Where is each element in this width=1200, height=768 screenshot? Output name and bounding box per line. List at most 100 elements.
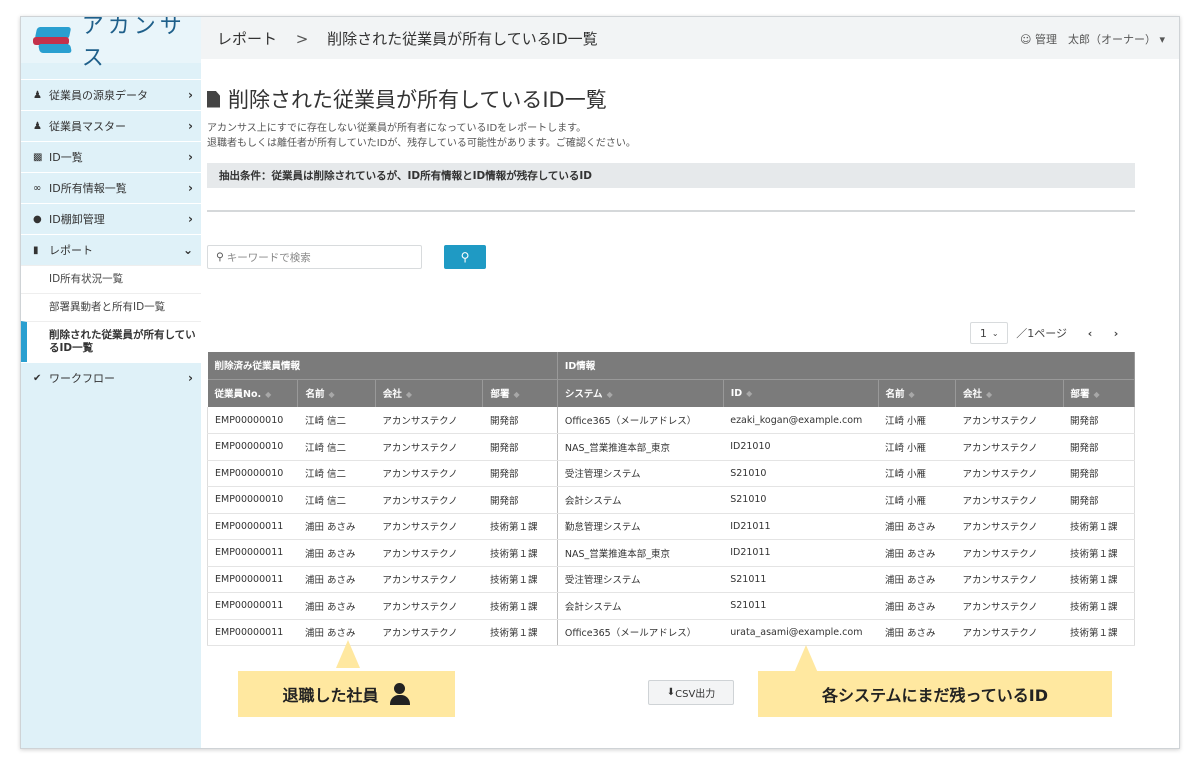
- table-cell: 江崎 小雁: [878, 486, 956, 514]
- table-cell: アカンサステクノ: [955, 407, 1063, 434]
- table-cell: EMP00000011: [207, 592, 298, 620]
- table-cell: S21010: [723, 460, 879, 487]
- table-cell: S21011: [723, 566, 879, 593]
- table-cell: アカンサステクノ: [955, 619, 1063, 646]
- table-cell: S21011: [723, 592, 879, 620]
- prev-page-button[interactable]: ‹: [1079, 322, 1101, 344]
- sort-icon: ◆: [985, 390, 993, 400]
- page-total: ／1ページ: [1016, 327, 1067, 340]
- user-menu[interactable]: ☺ 管理 太郎（オーナー） ▾: [1020, 31, 1165, 47]
- table-row[interactable]: EMP00000010 江崎 信二 アカンサステクノ 開発部 NAS_営業推進本部_東京…: [207, 433, 1135, 461]
- table-row[interactable]: EMP00000010 江崎 信二 アカンサステクノ 開発部 会計システム S21010 江…: [207, 486, 1135, 514]
- table-cell: EMP00000010: [207, 460, 298, 487]
- table-cell: 浦田 あさみ: [878, 592, 956, 620]
- table-cell: 技術第１課: [1063, 513, 1135, 540]
- callout-remaining-ids: 各システムにまだ残っているID: [758, 671, 1112, 717]
- table-cell: 江崎 信二: [297, 433, 376, 461]
- table-cell: EMP00000010: [207, 433, 298, 461]
- table-cell: アカンサステクノ: [955, 486, 1063, 514]
- table-cell: 浦田 あさみ: [878, 619, 956, 646]
- sidebar-item-id-inventory[interactable]: ● ID棚卸管理 ›: [21, 203, 201, 234]
- col-name[interactable]: 名前 ◆: [297, 379, 376, 407]
- sidebar-subitem-deleted-employee-ids[interactable]: 削除された従業員が所有しているID一覧: [21, 321, 201, 362]
- table-row[interactable]: EMP00000011 浦田 あさみ アカンサステクノ 技術第１課 受注管理システム S2…: [207, 566, 1135, 593]
- table-cell: 技術第１課: [1063, 539, 1135, 567]
- page-title-text: 削除された従業員が所有しているID一覧: [228, 88, 607, 112]
- sidebar-item-label: 従業員マスター: [49, 120, 126, 133]
- col-owner-department[interactable]: 部署 ◆: [1063, 379, 1135, 407]
- table-cell: ID21010: [723, 433, 879, 461]
- sidebar-item-id-list[interactable]: ▩ ID一覧 ›: [21, 141, 201, 172]
- csv-export-button[interactable]: ⬇ CSV出力: [648, 680, 734, 705]
- sidebar-item-label: ワークフロー: [49, 372, 115, 385]
- table-cell: S21010: [723, 486, 879, 514]
- extraction-condition: 抽出条件：従業員は削除されているが、ID所有情報とID情報が残存しているID: [207, 163, 1135, 188]
- search-placeholder: キーワードで検索: [226, 251, 311, 264]
- callout-pointer: [794, 645, 818, 673]
- col-employee-no[interactable]: 従業員No. ◆: [207, 379, 299, 407]
- search-button[interactable]: ⚲: [444, 245, 486, 269]
- table-cell: 浦田 あさみ: [297, 513, 376, 540]
- col-owner-company[interactable]: 会社 ◆: [955, 379, 1064, 407]
- breadcrumb-current: 削除された従業員が所有しているID一覧: [327, 29, 598, 48]
- table-cell: アカンサステクノ: [375, 433, 483, 461]
- table-cell: 技術第１課: [482, 619, 558, 646]
- table-cell: 浦田 あさみ: [878, 539, 956, 567]
- sidebar-item-label: ID所有情報一覧: [49, 182, 127, 195]
- table-cell: Office365（メールアドレス）: [556, 407, 724, 434]
- sidebar-subitem-dept-transfer[interactable]: 部署異動者と所有ID一覧: [21, 293, 201, 321]
- sidebar-item-employee-master[interactable]: ♟ 従業員マスター ›: [21, 110, 201, 141]
- page-select[interactable]: 1 ⌄: [970, 322, 1009, 344]
- table-cell: 技術第１課: [1063, 566, 1135, 593]
- sidebar-item-id-ownership[interactable]: ∞ ID所有情報一覧 ›: [21, 172, 201, 203]
- sidebar-subitem-id-status[interactable]: ID所有状況一覧: [21, 265, 201, 293]
- sort-icon: ◆: [328, 390, 335, 400]
- table-cell: 開発部: [1063, 433, 1135, 461]
- col-company[interactable]: 会社 ◆: [375, 379, 484, 407]
- sidebar-item-report[interactable]: ▮ レポート ⌄: [21, 234, 201, 265]
- table-cell: 開発部: [482, 486, 558, 514]
- table-cell: 技術第１課: [482, 539, 558, 567]
- page-select-value: 1: [979, 326, 987, 340]
- main-content: 削除された従業員が所有しているID一覧 アカンサス上にすでに存在しない従業員が所…: [207, 84, 1136, 646]
- sidebar-item-source-data[interactable]: ♟ 従業員の源泉データ ›: [21, 79, 201, 110]
- table-cell: アカンサステクノ: [955, 513, 1063, 540]
- table-cell: ID21011: [723, 513, 879, 540]
- callout-retired-employee: 退職した社員: [238, 671, 455, 717]
- chevron-right-icon: ›: [188, 119, 193, 133]
- table-row[interactable]: EMP00000011 浦田 あさみ アカンサステクノ 技術第１課 勤怠管理システム ID…: [207, 513, 1135, 540]
- table-cell: 技術第１課: [1063, 619, 1135, 646]
- csv-button-label: CSV出力: [675, 689, 716, 700]
- breadcrumb: レポート > 削除された従業員が所有しているID一覧: [217, 28, 598, 49]
- callout-text: 各システムにまだ残っているID: [822, 686, 1048, 705]
- table-cell: EMP00000010: [207, 407, 298, 434]
- table-cell: アカンサステクノ: [375, 566, 483, 593]
- col-id[interactable]: ID ◆: [723, 379, 879, 407]
- table-row[interactable]: EMP00000010 江崎 信二 アカンサステクノ 開発部 受注管理システム S2101…: [207, 460, 1135, 487]
- user-label: 管理 太郎（オーナー）: [1034, 33, 1156, 46]
- col-department[interactable]: 部署 ◆: [482, 379, 558, 407]
- chevron-right-icon: ›: [188, 150, 193, 164]
- table-row[interactable]: EMP00000011 浦田 あさみ アカンサステクノ 技術第１課 会計システム S210…: [207, 592, 1135, 620]
- col-system[interactable]: システム ◆: [556, 379, 724, 407]
- callout-pointer: [336, 640, 360, 668]
- col-owner-name[interactable]: 名前 ◆: [878, 379, 956, 407]
- table-cell: 開発部: [1063, 407, 1135, 434]
- table-cell: 会計システム: [556, 592, 724, 620]
- next-page-button[interactable]: ›: [1105, 322, 1127, 344]
- user-circle-icon: ☺: [1020, 33, 1032, 46]
- table-row[interactable]: EMP00000010 江崎 信二 アカンサステクノ 開発部 Office365（メール…: [207, 407, 1135, 434]
- table-cell: アカンサステクノ: [375, 539, 483, 567]
- sort-icon: ◆: [746, 388, 753, 398]
- sidebar-item-workflow[interactable]: ✔ ワークフロー ›: [21, 362, 201, 393]
- table-cell: アカンサステクノ: [955, 460, 1063, 487]
- group-header-id: ID情報: [556, 352, 1136, 380]
- search-input[interactable]: ⚲ キーワードで検索: [207, 245, 422, 269]
- table-cell: 開発部: [482, 460, 558, 487]
- breadcrumb-parent[interactable]: レポート: [217, 30, 277, 48]
- logo[interactable]: アカンサス: [21, 17, 201, 71]
- table-cell: ezaki_kogan@example.com: [723, 407, 879, 434]
- table-row[interactable]: EMP00000011 浦田 あさみ アカンサステクノ 技術第１課 NAS_営業推進本部…: [207, 539, 1135, 567]
- table-cell: EMP00000010: [207, 486, 298, 514]
- table-cell: アカンサステクノ: [955, 433, 1063, 461]
